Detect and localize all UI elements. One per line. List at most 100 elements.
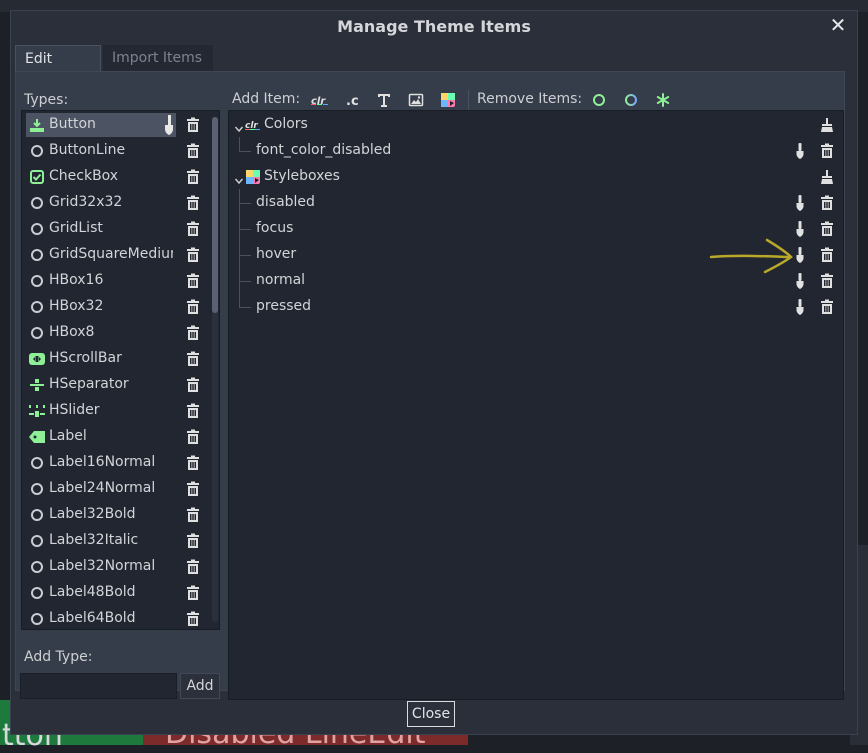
type-row[interactable]: Grid32x32 (26, 191, 199, 215)
remove-type-trash-icon[interactable] (185, 611, 201, 627)
stylebox-icon (245, 169, 261, 185)
rename-item-brush-icon[interactable] (792, 247, 808, 263)
remove-type-trash-icon[interactable] (185, 559, 201, 575)
type-row[interactable]: Button (26, 113, 199, 137)
tree-item-row[interactable]: pressed (229, 295, 843, 319)
remove-type-trash-icon[interactable] (185, 143, 201, 159)
circle-icon (29, 611, 45, 627)
remove-group-items-icon[interactable] (819, 169, 835, 185)
circle-icon (29, 585, 45, 601)
tree-item-row[interactable]: font_color_disabled (229, 139, 843, 163)
type-row[interactable]: ButtonLine (26, 139, 199, 163)
theme-items-tree[interactable]: clr Colors font_color_disabled Styleboxes di… (228, 110, 844, 700)
remove-type-trash-icon[interactable] (185, 429, 201, 445)
chevron-down-icon[interactable] (234, 171, 244, 185)
remove-item-trash-icon[interactable] (819, 247, 835, 263)
add-icon-item-button[interactable] (406, 90, 426, 110)
tree-group-colors[interactable]: clr Colors (229, 113, 843, 137)
type-name: Label64Bold (49, 610, 136, 626)
close-button[interactable]: Close (407, 701, 455, 727)
tab-import-items[interactable]: Import Items (103, 45, 213, 71)
remove-item-trash-icon[interactable] (819, 195, 835, 211)
type-row[interactable]: Label32Bold (26, 503, 199, 527)
remove-type-trash-icon[interactable] (185, 247, 201, 263)
remove-class-items-button[interactable] (589, 90, 609, 110)
remove-item-trash-icon[interactable] (819, 273, 835, 289)
tree-item-row[interactable]: hover (229, 243, 843, 267)
tree-item-label: pressed (256, 298, 312, 314)
remove-type-trash-icon[interactable] (185, 533, 201, 549)
remove-type-trash-icon[interactable] (185, 273, 201, 289)
type-row[interactable]: Label (26, 425, 199, 449)
type-name: Grid32x32 (49, 194, 123, 210)
remove-type-trash-icon[interactable] (185, 195, 201, 211)
type-row[interactable]: CheckBox (26, 165, 199, 189)
type-row[interactable]: HSlider (26, 399, 199, 423)
remove-custom-items-button[interactable] (621, 90, 641, 110)
tree-item-row[interactable]: focus (229, 217, 843, 241)
rename-item-brush-icon[interactable] (792, 273, 808, 289)
remove-type-trash-icon[interactable] (185, 299, 201, 315)
tree-item-row[interactable]: disabled (229, 191, 843, 215)
remove-type-trash-icon[interactable] (185, 481, 201, 497)
rename-type-brush-icon[interactable] (162, 115, 176, 135)
add-type-button[interactable]: Add (180, 673, 220, 699)
type-row[interactable]: HBox8 (26, 321, 199, 345)
type-row[interactable]: Label48Bold (26, 581, 199, 605)
type-row[interactable]: Label64Bold (26, 607, 199, 629)
type-row[interactable]: HBox32 (26, 295, 199, 319)
types-scrollbar[interactable] (212, 117, 218, 622)
tree-item-row[interactable]: normal (229, 269, 843, 293)
rename-item-brush-icon[interactable] (792, 143, 808, 159)
remove-item-trash-icon[interactable] (819, 143, 835, 159)
font-icon (378, 94, 390, 107)
type-row[interactable]: Label24Normal (26, 477, 199, 501)
chevron-down-icon[interactable] (234, 119, 244, 133)
type-row[interactable]: Label16Normal (26, 451, 199, 475)
remove-all-items-button[interactable] (653, 90, 673, 110)
circle-icon (29, 481, 45, 497)
remove-item-trash-icon[interactable] (819, 221, 835, 237)
remove-type-trash-icon[interactable] (185, 325, 201, 341)
type-row[interactable]: Label32Italic (26, 529, 199, 553)
remove-type-trash-icon[interactable] (185, 455, 201, 471)
rename-item-brush-icon[interactable] (792, 299, 808, 315)
tree-item-label: font_color_disabled (256, 142, 392, 158)
type-row[interactable]: HBox16 (26, 269, 199, 293)
rename-item-brush-icon[interactable] (792, 221, 808, 237)
type-name: HSeparator (49, 376, 129, 392)
type-row[interactable]: HSeparator (26, 373, 199, 397)
type-name: GridSquareMedium (49, 246, 173, 262)
remove-type-trash-icon[interactable] (185, 377, 201, 393)
remove-type-trash-icon[interactable] (185, 403, 201, 419)
add-stylebox-item-button[interactable] (438, 90, 458, 110)
tree-item-label: focus (256, 220, 294, 236)
circle-icon (29, 143, 45, 159)
add-color-item-button[interactable]: clr (310, 90, 330, 110)
tree-connector (239, 255, 251, 256)
tab-edit-items[interactable]: Edit Items (15, 45, 101, 93)
add-type-input[interactable] (20, 673, 177, 699)
close-icon[interactable]: ✕ (827, 13, 849, 37)
types-list[interactable]: Button ButtonLine CheckBox Grid32x32 GridLis… (21, 110, 220, 630)
remove-type-trash-icon[interactable] (185, 221, 201, 237)
type-row[interactable]: GridList (26, 217, 199, 241)
remove-group-items-icon[interactable] (819, 117, 835, 133)
remove-type-trash-icon[interactable] (185, 507, 201, 523)
type-row[interactable]: GridSquareMedium (26, 243, 199, 267)
type-name: GridList (49, 220, 103, 236)
type-row[interactable]: HScrollBar (26, 347, 199, 371)
type-row[interactable]: Label32Normal (26, 555, 199, 579)
add-constant-item-button[interactable]: .c (342, 90, 362, 110)
remove-type-trash-icon[interactable] (185, 585, 201, 601)
types-scroll-thumb[interactable] (212, 117, 218, 313)
remove-type-trash-icon[interactable] (185, 169, 201, 185)
type-name: Label32Bold (49, 506, 136, 522)
rename-item-brush-icon[interactable] (792, 195, 808, 211)
tree-group-styleboxes[interactable]: Styleboxes (229, 165, 843, 189)
remove-type-trash-icon[interactable] (185, 351, 201, 367)
add-font-item-button[interactable] (374, 90, 394, 110)
remove-item-trash-icon[interactable] (819, 299, 835, 315)
type-name: HBox32 (49, 298, 104, 314)
remove-type-trash-icon[interactable] (185, 117, 201, 133)
